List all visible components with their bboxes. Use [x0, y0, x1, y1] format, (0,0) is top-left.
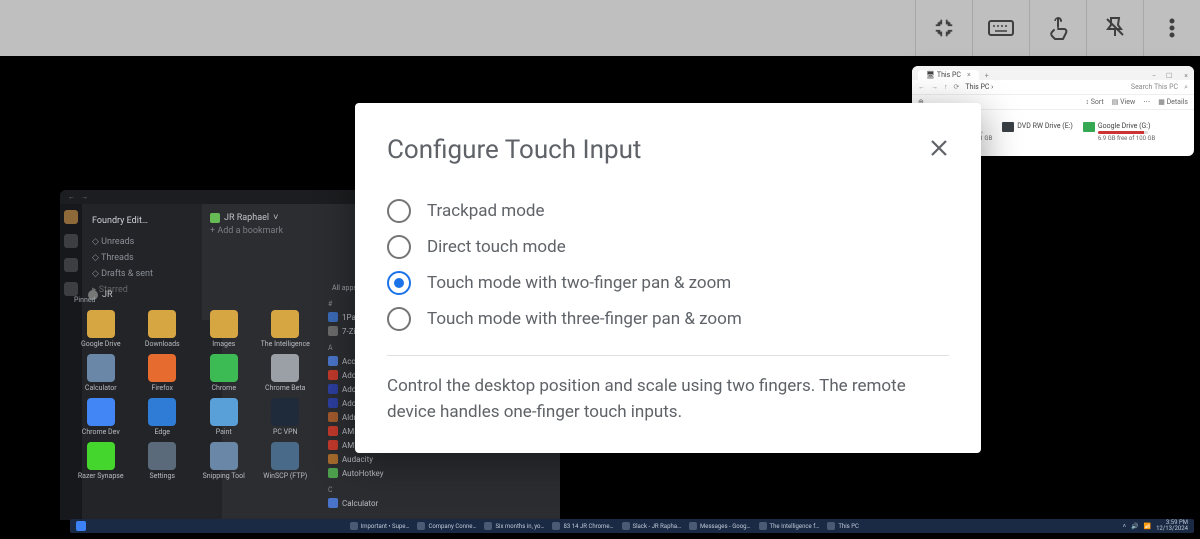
- maximize-button[interactable]: ☐: [1162, 72, 1176, 80]
- explorer-tab[interactable]: 🖥 This PC×: [918, 70, 979, 80]
- app-tile[interactable]: Paint: [193, 398, 255, 436]
- refresh-button[interactable]: ⟳: [954, 83, 960, 91]
- pin-button[interactable]: [1086, 0, 1143, 56]
- taskbar: Important • Supe… Company Conne… Six month…: [70, 519, 1194, 533]
- new-tab-button[interactable]: +: [981, 72, 993, 80]
- touch-button[interactable]: [1029, 0, 1086, 56]
- sort-menu[interactable]: ↕ Sort: [1085, 98, 1103, 106]
- view-menu[interactable]: ▤ View: [1112, 98, 1136, 106]
- radio-icon: [387, 199, 411, 223]
- up-button[interactable]: ↑: [944, 83, 948, 91]
- allapps-label: All apps: [332, 284, 357, 292]
- touch-input-dialog: Configure Touch Input Trackpad mode Direc…: [355, 103, 981, 453]
- drive-item[interactable]: DVD RW Drive (E:): [1002, 122, 1073, 142]
- pinned-label: Pinned: [74, 296, 96, 304]
- minimize-button[interactable]: −: [1148, 72, 1160, 80]
- app-tile[interactable]: Snipping Tool: [193, 442, 255, 480]
- taskbar-item[interactable]: Company Conne…: [417, 522, 476, 530]
- taskbar-item[interactable]: Messages - Goog…: [689, 522, 750, 530]
- current-user[interactable]: JR: [102, 290, 113, 300]
- close-button[interactable]: [929, 138, 949, 162]
- radio-label: Touch mode with three-finger pan & zoom: [427, 309, 742, 329]
- app-list-item[interactable]: Audacity: [328, 452, 436, 466]
- app-tile[interactable]: Settings: [132, 442, 194, 480]
- taskbar-center: Important • Supe… Company Conne… Six month…: [92, 522, 1117, 530]
- app-tile[interactable]: Edge: [132, 398, 194, 436]
- collapse-button[interactable]: [915, 0, 972, 56]
- more-button[interactable]: [1143, 0, 1200, 56]
- radio-option-1[interactable]: Direct touch mode: [387, 229, 949, 265]
- radio-option-0[interactable]: Trackpad mode: [387, 193, 949, 229]
- taskbar-item[interactable]: Important • Supe…: [350, 522, 410, 530]
- nav-unreads[interactable]: ◇ Unreads: [92, 234, 212, 250]
- drive-item[interactable]: Google Drive (G:)6.9 GB free of 100 GB: [1083, 122, 1155, 142]
- radio-option-2[interactable]: Touch mode with two-finger pan & zoom: [387, 265, 949, 301]
- app-tile[interactable]: Google Drive: [70, 310, 132, 348]
- address-path[interactable]: This PC ›: [965, 83, 1125, 91]
- app-tile[interactable]: Calculator: [70, 354, 132, 392]
- app-list-item[interactable]: AutoHotkey: [328, 466, 436, 480]
- taskbar-item[interactable]: This PC: [827, 522, 859, 530]
- keyboard-button[interactable]: [972, 0, 1029, 56]
- app-tile[interactable]: Downloads: [132, 310, 194, 348]
- app-tile[interactable]: Chrome Beta: [255, 354, 317, 392]
- app-tile[interactable]: Chrome Dev: [70, 398, 132, 436]
- collapse-icon: [933, 17, 955, 39]
- radio-option-3[interactable]: Touch mode with three-finger pan & zoom: [387, 301, 949, 337]
- search-box[interactable]: Search This PC: [1131, 83, 1178, 91]
- more-icon: [1169, 18, 1175, 38]
- app-tile[interactable]: The Intelligence: [255, 310, 317, 348]
- radio-group: Trackpad mode Direct touch mode Touch mode…: [387, 193, 949, 337]
- top-toolbar: [0, 0, 1200, 56]
- window-close-button[interactable]: ×: [1178, 72, 1194, 80]
- radio-label: Direct touch mode: [427, 237, 566, 257]
- radio-icon: [387, 307, 411, 331]
- radio-label: Touch mode with two-finger pan & zoom: [427, 273, 731, 293]
- radio-icon: [387, 271, 411, 295]
- tab-close-icon[interactable]: ×: [967, 71, 971, 79]
- taskbar-item[interactable]: The Intelligence f…: [759, 522, 820, 530]
- touch-icon: [1047, 16, 1069, 40]
- clock-date: 12/13/2024: [1156, 525, 1188, 532]
- app-tile[interactable]: Firefox: [132, 354, 194, 392]
- radio-icon: [387, 235, 411, 259]
- dialog-title: Configure Touch Input: [387, 135, 641, 165]
- forward-button[interactable]: →: [931, 83, 938, 91]
- details-toggle[interactable]: ▦ Details: [1158, 98, 1188, 106]
- taskbar-item[interactable]: 83 14 JR Chrome…: [552, 522, 613, 530]
- back-button[interactable]: ←: [918, 83, 925, 91]
- radio-label: Trackpad mode: [427, 201, 545, 221]
- app-tile[interactable]: Chrome: [193, 354, 255, 392]
- app-tile[interactable]: WinSCP (FTP): [255, 442, 317, 480]
- system-tray[interactable]: ˄🔊📶 3:59 PM12/13/2024: [1123, 520, 1188, 532]
- app-list-item[interactable]: Calculator: [328, 496, 436, 510]
- nav-threads[interactable]: ◇ Threads: [92, 250, 212, 266]
- sidebar-item-4[interactable]: [64, 282, 78, 296]
- taskbar-item[interactable]: Six months in, yo…: [484, 522, 544, 530]
- dialog-description: Control the desktop position and scale u…: [387, 374, 949, 425]
- app-tile[interactable]: PC VPN: [255, 398, 317, 436]
- pin-off-icon: [1104, 16, 1126, 40]
- start-pinned-grid: Google DriveDownloadsImagesThe Intellige…: [70, 310, 316, 480]
- sidebar-item-home[interactable]: [64, 210, 78, 224]
- start-button[interactable]: [76, 521, 86, 531]
- app-tile[interactable]: Images: [193, 310, 255, 348]
- divider: [387, 355, 949, 356]
- taskbar-item[interactable]: Slack - JR Rapha…: [622, 522, 682, 530]
- app-tile[interactable]: Razer Synapse: [70, 442, 132, 480]
- add-bookmark[interactable]: Add a bookmark: [217, 226, 283, 236]
- keyboard-icon: [988, 18, 1014, 38]
- sidebar-item-3[interactable]: [64, 258, 78, 272]
- close-icon: [929, 138, 949, 158]
- workspace-name[interactable]: Foundry Edit…: [92, 216, 212, 226]
- nav-drafts[interactable]: ◇ Drafts & sent: [92, 266, 212, 282]
- channel-user[interactable]: JR Raphael: [224, 213, 269, 223]
- sidebar-item-2[interactable]: [64, 234, 78, 248]
